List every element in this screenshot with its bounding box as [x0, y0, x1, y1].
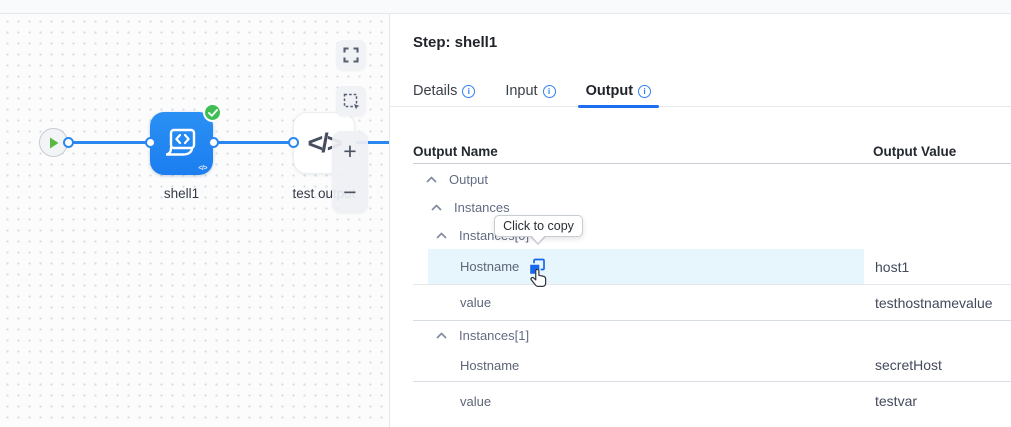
- fullscreen-icon: [343, 47, 359, 63]
- shell1-input-port[interactable]: [145, 137, 156, 148]
- step-detail-panel: Step: shell1 Details i Input i Output i …: [390, 14, 1011, 427]
- zoom-out-button[interactable]: −: [332, 174, 368, 212]
- tab-output[interactable]: Output i: [578, 75, 660, 107]
- testoutput-input-port[interactable]: [288, 137, 299, 148]
- check-icon: [208, 109, 218, 117]
- edge-shell1-to-testoutput: [214, 141, 296, 144]
- output-name-label: Hostname: [460, 259, 519, 274]
- tab-details[interactable]: Details i: [405, 75, 483, 107]
- output-value: testhostnamevalue: [875, 295, 993, 311]
- shell1-output-port[interactable]: [208, 137, 219, 148]
- table-header: Output Name Output Value: [413, 144, 1011, 163]
- table-row-hostname-1[interactable]: Hostname secretHost: [413, 349, 1011, 382]
- tooltip-tail: [531, 235, 545, 243]
- tree-row-instances-1[interactable]: Instances[1]: [413, 321, 1011, 349]
- table-row-value-1[interactable]: value testvar: [413, 382, 1011, 420]
- output-value: secretHost: [875, 357, 942, 373]
- tab-details-label: Details: [413, 83, 457, 99]
- output-tree: Output Instances Instances[0] Hostname h…: [413, 165, 1011, 420]
- active-tab-underline: [578, 105, 660, 109]
- tab-input[interactable]: Input i: [497, 75, 563, 107]
- info-icon[interactable]: i: [543, 85, 556, 98]
- start-output-port[interactable]: [63, 137, 74, 148]
- success-badge: [203, 103, 222, 122]
- edge-start-to-shell1: [68, 141, 154, 144]
- node-shell1[interactable]: </>: [150, 112, 213, 175]
- output-name-label: value: [460, 394, 491, 409]
- workflow-canvas[interactable]: </> shell1 </> test output + −: [0, 14, 390, 427]
- table-header-divider: [413, 163, 1011, 164]
- chevron-up-icon[interactable]: [436, 232, 447, 239]
- marquee-select-button[interactable]: [336, 86, 366, 116]
- col-output-name: Output Name: [413, 144, 498, 159]
- top-strip: [0, 0, 1011, 14]
- tree-row-output[interactable]: Output: [413, 165, 1011, 193]
- page-title: Step: shell1: [413, 34, 497, 51]
- marquee-select-icon: [343, 93, 360, 110]
- output-value: host1: [875, 259, 909, 275]
- info-icon[interactable]: i: [638, 85, 651, 98]
- play-icon: [49, 137, 59, 149]
- info-icon[interactable]: i: [462, 85, 475, 98]
- chevron-up-icon[interactable]: [426, 176, 437, 183]
- tab-input-label: Input: [505, 83, 537, 99]
- tooltip-text: Click to copy: [503, 219, 574, 233]
- table-row-value-0[interactable]: value testhostnamevalue: [413, 285, 1011, 321]
- chevron-up-icon[interactable]: [431, 204, 442, 211]
- zoom-controls: + −: [332, 131, 368, 213]
- zoom-in-button[interactable]: +: [332, 133, 368, 171]
- tree-label: Instances[1]: [459, 328, 529, 343]
- tree-label: Output: [449, 172, 488, 187]
- output-name-label: Hostname: [460, 358, 519, 373]
- table-row-hostname-0[interactable]: Hostname host1: [413, 249, 1011, 285]
- tab-bar: Details i Input i Output i: [405, 75, 659, 107]
- shell-script-icon: [163, 126, 201, 162]
- tab-output-label: Output: [586, 83, 634, 99]
- col-output-value: Output Value: [873, 144, 956, 159]
- output-value: testvar: [875, 393, 917, 409]
- output-name-label: value: [460, 295, 491, 310]
- hand-cursor-icon: [529, 268, 550, 296]
- code-mini-glyph: </>: [198, 165, 207, 172]
- copy-tooltip: Click to copy: [494, 215, 583, 237]
- fullscreen-button[interactable]: [336, 40, 366, 70]
- chevron-up-icon[interactable]: [436, 332, 447, 339]
- node-label-shell1: shell1: [150, 186, 213, 201]
- tree-label: Instances: [454, 200, 510, 215]
